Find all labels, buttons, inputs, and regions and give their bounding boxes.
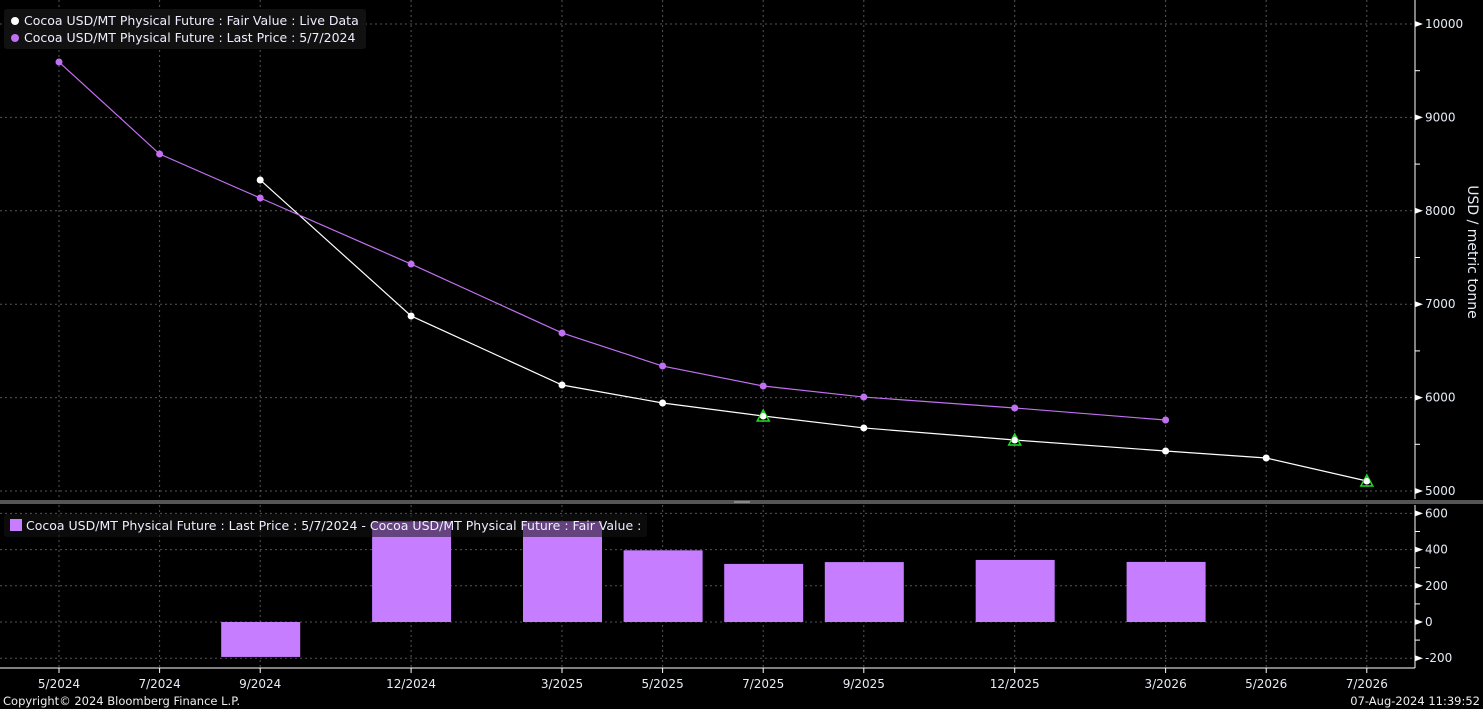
cocoa-chart: 5000 6000 7000 8000 9000 10000 -200 0 200 400 600 U… [0, 0, 1483, 691]
x-tick-label: 5/2024 [38, 677, 80, 691]
legend-dot-icon [11, 17, 19, 25]
y-tick-label: 10000 [1425, 17, 1463, 31]
tick-arrow [1415, 655, 1423, 662]
y-tick-label: 6000 [1425, 391, 1456, 405]
data-point [407, 312, 415, 320]
data-point [1011, 404, 1019, 412]
legend-label: Cocoa USD/MT Physical Future : Fair Valu… [24, 13, 359, 28]
data-point [558, 381, 566, 389]
x-tick-label: 7/2025 [742, 677, 784, 691]
data-point [1162, 447, 1170, 455]
x-tick-label: 12/2025 [990, 677, 1040, 691]
top-legend: Cocoa USD/MT Physical Future : Fair Valu… [4, 9, 366, 49]
tick-arrow [1415, 301, 1423, 308]
timestamp: 07-Aug-2024 11:39:52 [1350, 694, 1480, 708]
tick-arrow [1415, 394, 1423, 401]
tick-arrow [1415, 114, 1423, 121]
y-tick-label: 200 [1425, 579, 1448, 593]
legend-square-icon [10, 519, 22, 531]
data-point [558, 329, 566, 337]
data-point [759, 382, 767, 390]
x-tick-label: 3/2026 [1144, 677, 1186, 691]
y-tick-label: -200 [1425, 651, 1452, 665]
tick-arrow [1415, 582, 1423, 589]
bar [1126, 561, 1206, 622]
data-point [1262, 454, 1270, 462]
data-point [1011, 437, 1018, 444]
data-point [659, 362, 667, 370]
data-point [407, 260, 415, 268]
y-tick-label: 5000 [1425, 484, 1456, 498]
tick-arrow [1415, 546, 1423, 553]
x-tick-label: 7/2024 [138, 677, 180, 691]
bar [221, 622, 301, 657]
y-tick-label: 7000 [1425, 297, 1456, 311]
y-tick-label: 9000 [1425, 110, 1456, 124]
bottom-legend: Cocoa USD/MT Physical Future : Last Pric… [4, 514, 648, 537]
y-tick-label: 8000 [1425, 204, 1456, 218]
tick-arrow [1415, 21, 1423, 27]
tick-arrow [1415, 510, 1423, 517]
y-tick-label: 400 [1425, 543, 1448, 557]
data-point [659, 399, 667, 407]
tick-arrow [1415, 488, 1423, 494]
legend-label: Cocoa USD/MT Physical Future : Last Pric… [24, 30, 356, 45]
y-axis-label: USD / metric tonne [1464, 185, 1480, 318]
data-point [860, 424, 868, 432]
copyright: Copyright© 2024 Bloomberg Finance L.P. [3, 694, 240, 708]
y-tick-label: 0 [1425, 615, 1433, 629]
bar [824, 562, 904, 622]
x-tick-label: 5/2026 [1245, 677, 1287, 691]
x-tick-label: 12/2024 [386, 677, 436, 691]
bar [724, 563, 804, 622]
panel-resize-handle [734, 501, 750, 503]
tick-arrow [1415, 619, 1423, 625]
legend-dot-icon [11, 34, 19, 42]
legend-item-fair: Cocoa USD/MT Physical Future : Fair Valu… [11, 12, 359, 29]
data-point [256, 194, 264, 202]
series-line [58, 61, 1166, 421]
bar [623, 550, 703, 622]
series-line [259, 179, 1367, 482]
x-tick-label: 9/2025 [843, 677, 885, 691]
data-point [256, 176, 264, 184]
data-point [156, 150, 164, 158]
legend-label: Cocoa USD/MT Physical Future : Last Pric… [26, 518, 642, 533]
x-tick-label: 9/2024 [239, 677, 281, 691]
data-point [1162, 416, 1170, 424]
x-tick-label: 5/2025 [641, 677, 683, 691]
bar [975, 559, 1055, 622]
data-point [55, 58, 63, 66]
x-tick-label: 3/2025 [541, 677, 583, 691]
x-tick-label: 7/2026 [1346, 677, 1388, 691]
tick-arrow [1415, 207, 1423, 214]
data-point [860, 393, 868, 401]
y-tick-label: 600 [1425, 506, 1448, 520]
legend-item-last: Cocoa USD/MT Physical Future : Last Pric… [11, 29, 359, 46]
data-point [760, 412, 767, 419]
data-point [1363, 478, 1370, 485]
